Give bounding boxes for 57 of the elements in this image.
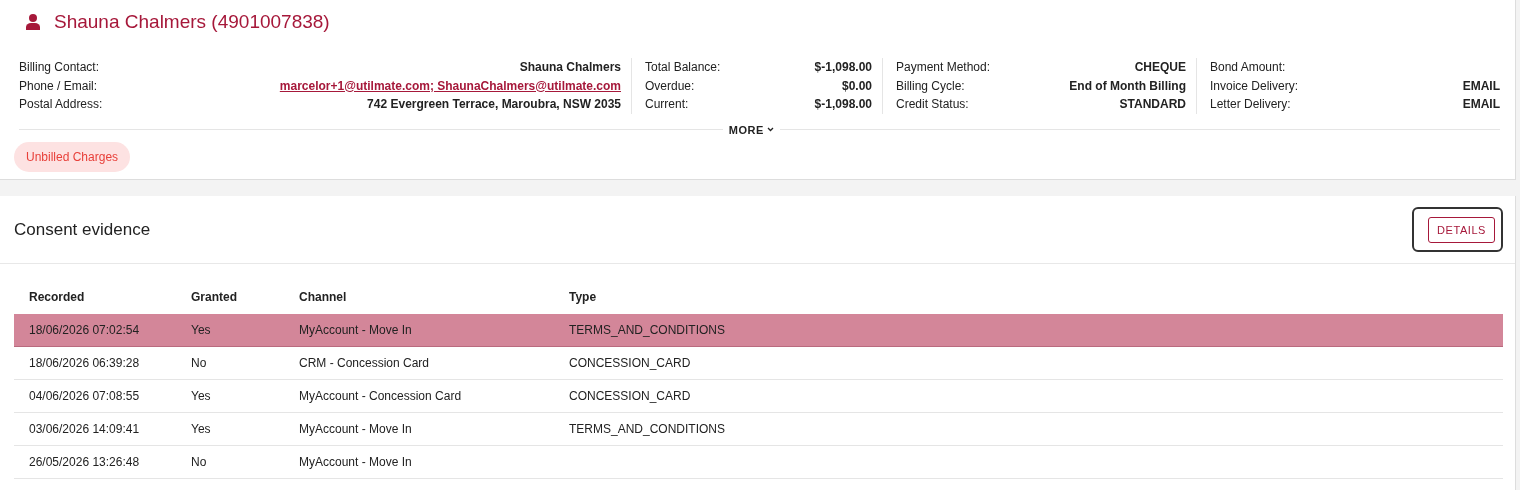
table-cell: MyAccount - Move In bbox=[299, 323, 412, 337]
field-value: $-1,098.00 bbox=[814, 96, 872, 113]
field-label: Billing Contact: bbox=[19, 59, 100, 76]
field-label: Overdue: bbox=[645, 77, 695, 95]
customer-title: Shauna Chalmers (4901007838) bbox=[54, 9, 330, 34]
field-value: EMAIL bbox=[1462, 96, 1500, 113]
table-row[interactable]: 18/06/2026 07:02:54 Yes MyAccount - Move In TERMS_AND_CONDITIONS bbox=[14, 314, 1503, 347]
table-cell: Yes bbox=[191, 323, 211, 337]
chevron-down-icon bbox=[767, 127, 774, 133]
table-cell: No bbox=[191, 455, 207, 469]
details-button[interactable]: DETAILS bbox=[1428, 216, 1495, 244]
field-value: End of Month Billing bbox=[1069, 77, 1186, 95]
table-cell: MyAccount - Move In bbox=[299, 422, 412, 436]
table-row[interactable]: 04/06/2026 07:08:55 Yes MyAccount - Concession Card CONCESSION_CARD bbox=[14, 380, 1503, 413]
table-cell: 04/06/2026 07:08:55 bbox=[29, 389, 140, 403]
table-cell: No bbox=[191, 356, 207, 370]
field-label: Billing Cycle: bbox=[896, 77, 965, 95]
field-label: Invoice Delivery: bbox=[1210, 77, 1299, 95]
table-row[interactable]: 18/06/2026 06:39:28 No CRM - Concession Card CONCESSION_CARD bbox=[14, 347, 1503, 380]
field-label: Credit Status: bbox=[896, 96, 969, 113]
table-cell: 03/06/2026 14:09:41 bbox=[29, 422, 140, 436]
table-cell: Yes bbox=[191, 422, 211, 436]
column-header: Type bbox=[569, 290, 597, 304]
field-value: Shauna Chalmers bbox=[519, 59, 621, 76]
table-cell: CRM - Concession Card bbox=[299, 356, 430, 370]
column-header: Recorded bbox=[29, 290, 85, 304]
table-cell: TERMS_AND_CONDITIONS bbox=[569, 323, 726, 337]
table-cell: TERMS_AND_CONDITIONS bbox=[569, 422, 726, 436]
field-value: $-1,098.00 bbox=[814, 59, 872, 76]
field-label: Letter Delivery: bbox=[1210, 96, 1291, 113]
table-cell: MyAccount - Move In bbox=[299, 455, 412, 469]
table-row[interactable]: 03/06/2026 14:09:41 Yes MyAccount - Move In TERMS_AND_CONDITIONS bbox=[14, 413, 1503, 446]
field-label: Total Balance: bbox=[645, 59, 721, 76]
table-cell: CONCESSION_CARD bbox=[569, 356, 691, 370]
field-value: $0.00 bbox=[841, 77, 872, 95]
field-value: 742 Evergreen Terrace, Maroubra, NSW 2035 bbox=[367, 96, 621, 113]
table-cell: CONCESSION_CARD bbox=[569, 389, 691, 403]
column-header: Granted bbox=[191, 290, 237, 304]
field-value: CHEQUE bbox=[1134, 59, 1186, 76]
field-label: Payment Method: bbox=[896, 59, 991, 76]
field-label: Current: bbox=[645, 96, 689, 113]
field-value: STANDARD bbox=[1119, 96, 1186, 113]
field-label: Phone / Email: bbox=[19, 77, 98, 95]
table-cell: 26/05/2026 13:26:48 bbox=[29, 455, 140, 469]
section-title: Consent evidence bbox=[14, 218, 151, 241]
table-cell: 18/06/2026 07:02:54 bbox=[29, 323, 140, 337]
table-row[interactable]: 26/05/2026 13:26:48 No MyAccount - Move In bbox=[14, 446, 1503, 479]
more-button[interactable]: MORE bbox=[722, 121, 780, 138]
field-label: Postal Address: bbox=[19, 96, 103, 113]
table-cell: 18/06/2026 06:39:28 bbox=[29, 356, 140, 370]
person-icon bbox=[26, 14, 40, 30]
field-value: EMAIL bbox=[1462, 77, 1500, 95]
table-cell: Yes bbox=[191, 389, 211, 403]
field-label: Bond Amount: bbox=[1210, 59, 1286, 76]
email-link[interactable]: marcelor+1@utilmate.com; ShaunaChalmers@utilmate.com bbox=[279, 76, 621, 95]
table-cell: MyAccount - Concession Card bbox=[299, 389, 462, 403]
column-header: Channel bbox=[299, 290, 347, 304]
